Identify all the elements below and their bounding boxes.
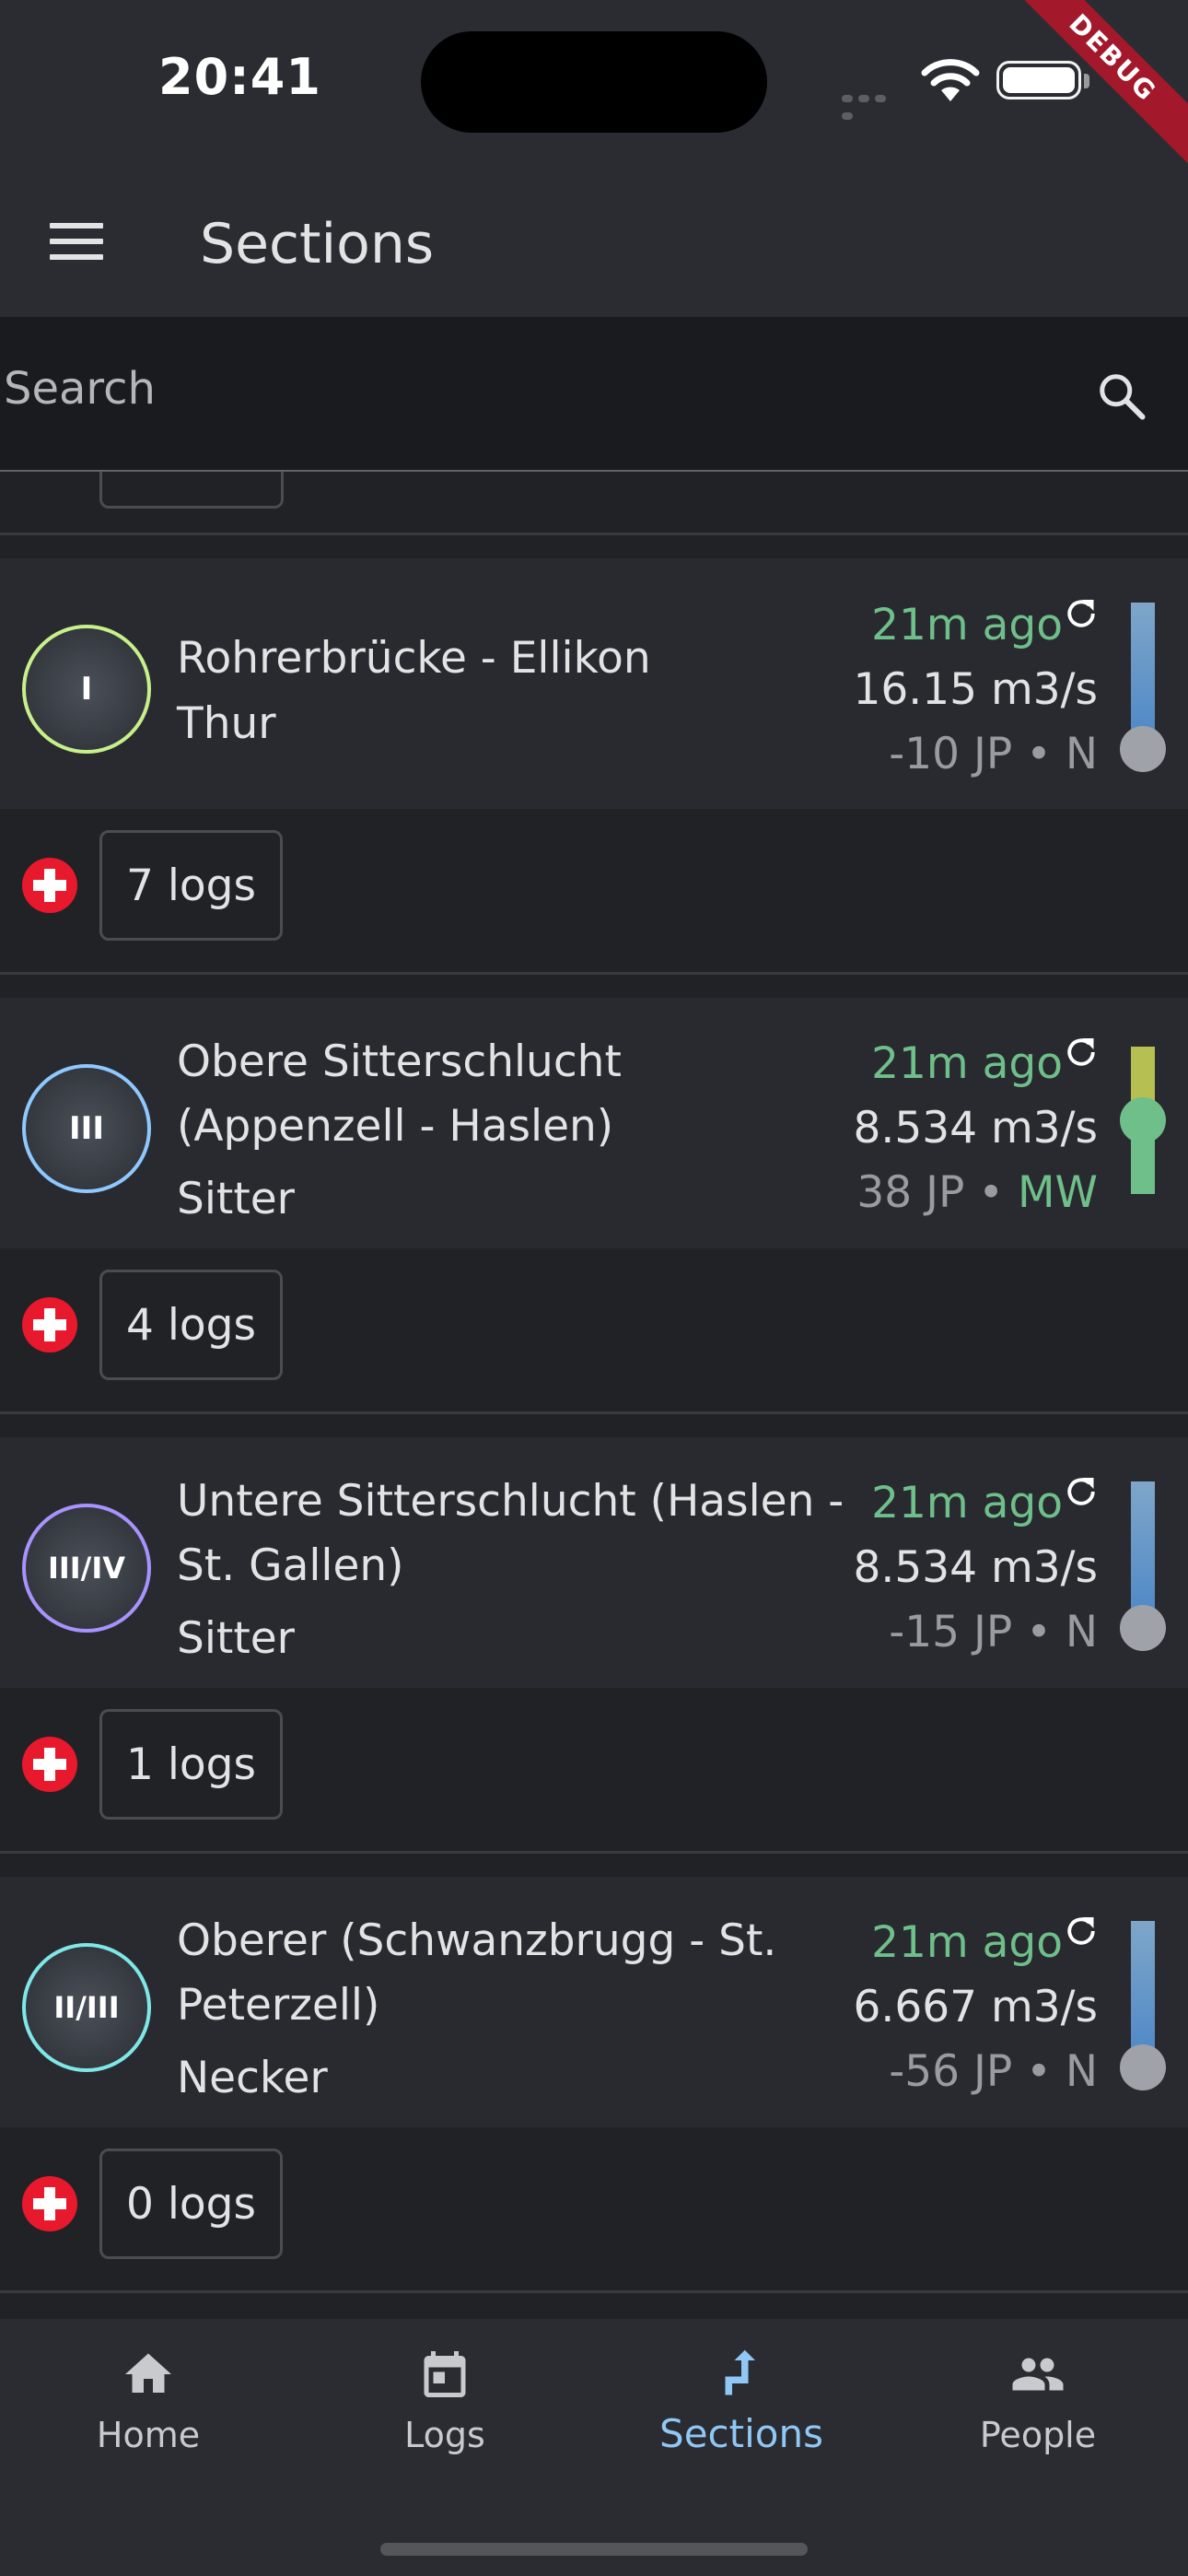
- level-info: -10 JP • N: [889, 729, 1098, 779]
- updated-time: 21m ago: [871, 1038, 1063, 1089]
- grade-badge: I: [22, 625, 151, 754]
- section-name: Rohrerbrücke - Ellikon: [177, 633, 651, 684]
- people-icon: [1012, 2358, 1064, 2391]
- refresh-icon: [1067, 600, 1095, 627]
- nav-label: People: [979, 2415, 1097, 2455]
- nav-sections[interactable]: Sections: [593, 2319, 890, 2503]
- grade-badge: III/IV: [22, 1504, 151, 1633]
- status-time: 20:41: [158, 48, 321, 106]
- nav-home[interactable]: Home: [0, 2319, 297, 2503]
- flow-value: 8.534 m3/s: [853, 1103, 1099, 1153]
- flow-value: 6.667 m3/s: [853, 1982, 1099, 2032]
- nav-label: Sections: [659, 2411, 823, 2456]
- calendar-icon: [424, 2351, 466, 2397]
- nav-logs[interactable]: Logs: [297, 2319, 593, 2503]
- level-info: -56 JP • N: [889, 2046, 1098, 2097]
- wifi-icon: [921, 59, 980, 101]
- list-divider: [0, 533, 1188, 535]
- level-gauge: [1120, 1921, 1166, 2090]
- river-name: Necker: [177, 2053, 328, 2103]
- level-gauge: [1120, 1047, 1166, 1212]
- home-indicator[interactable]: [380, 2543, 808, 2556]
- page-title: Sections: [200, 212, 435, 276]
- updated-time: 21m ago: [871, 1917, 1063, 1968]
- flow-value: 16.15 m3/s: [853, 664, 1099, 715]
- route-icon: [725, 2349, 755, 2395]
- river-name: Sitter: [177, 1174, 295, 1224]
- home-icon: [125, 2353, 171, 2393]
- swiss-flag-icon: [22, 2176, 77, 2231]
- logs-button-partial[interactable]: [99, 472, 284, 509]
- status-bar: 20:41: [0, 0, 1188, 166]
- swiss-flag-icon: [22, 1297, 77, 1352]
- level-info: -15 JP • N: [889, 1607, 1098, 1657]
- section-name: Oberer (Schwanzbrugg - St. Peterzell): [177, 1915, 777, 2031]
- nav-people[interactable]: People: [890, 2319, 1186, 2503]
- refresh-icon: [1067, 1038, 1095, 1066]
- river-name: Thur: [177, 698, 276, 749]
- list-divider: [0, 1411, 1188, 1414]
- flow-value: 8.534 m3/s: [853, 1542, 1099, 1593]
- logs-button[interactable]: 0 logs: [99, 2149, 283, 2259]
- refresh-icon: [1067, 1478, 1095, 1505]
- gauge-info: 21m ago 6.667 m3/s -56 JP • N: [853, 1911, 1099, 2104]
- battery-cap: [1084, 74, 1089, 88]
- nav-label: Home: [96, 2415, 201, 2455]
- updated-time: 21m ago: [871, 600, 1063, 650]
- gauge-info: 21m ago 8.534 m3/s -15 JP • N: [853, 1471, 1099, 1665]
- search-bar[interactable]: Search: [0, 317, 1188, 472]
- list-divider: [0, 2290, 1188, 2293]
- section-name: Obere Sitterschlucht (Appenzell - Haslen…: [177, 1036, 622, 1152]
- battery-icon: [996, 61, 1081, 100]
- logs-button[interactable]: 7 logs: [99, 830, 283, 941]
- search-input[interactable]: Search: [4, 363, 156, 415]
- updated-time: 21m ago: [871, 1478, 1063, 1528]
- level-gauge: [1120, 1481, 1166, 1651]
- bottom-navigation: Home Logs Sections People: [0, 2319, 1188, 2576]
- swiss-flag-icon: [22, 858, 77, 913]
- swiss-flag-icon: [22, 1737, 77, 1792]
- gauge-info: 21m ago 16.15 m3/s -10 JP • N: [853, 593, 1099, 787]
- dynamic-island: [421, 31, 767, 133]
- logs-button[interactable]: 4 logs: [99, 1270, 283, 1380]
- sections-list[interactable]: I Rohrerbrücke - Ellikon Thur 21m ago 16…: [0, 472, 1188, 2319]
- gauge-info: 21m ago 8.534 m3/s 38 JP • MW: [853, 1032, 1099, 1225]
- app-bar: Sections: [0, 166, 1188, 317]
- logs-button[interactable]: 1 logs: [99, 1709, 283, 1820]
- list-divider: [0, 972, 1188, 975]
- menu-icon[interactable]: [50, 223, 103, 260]
- grade-badge: II/III: [22, 1943, 151, 2072]
- level-gauge: [1120, 603, 1166, 772]
- refresh-icon: [1067, 1917, 1095, 1945]
- level-info: 38 JP • MW: [856, 1167, 1098, 1218]
- river-name: Sitter: [177, 1613, 295, 1664]
- search-icon[interactable]: [1094, 369, 1149, 424]
- list-divider: [0, 1851, 1188, 1854]
- nav-label: Logs: [404, 2415, 485, 2455]
- cellular-signal-icon: [842, 88, 906, 120]
- grade-badge: III: [22, 1064, 151, 1193]
- section-name: Untere Sitterschlucht (Haslen - St. Gall…: [177, 1476, 844, 1591]
